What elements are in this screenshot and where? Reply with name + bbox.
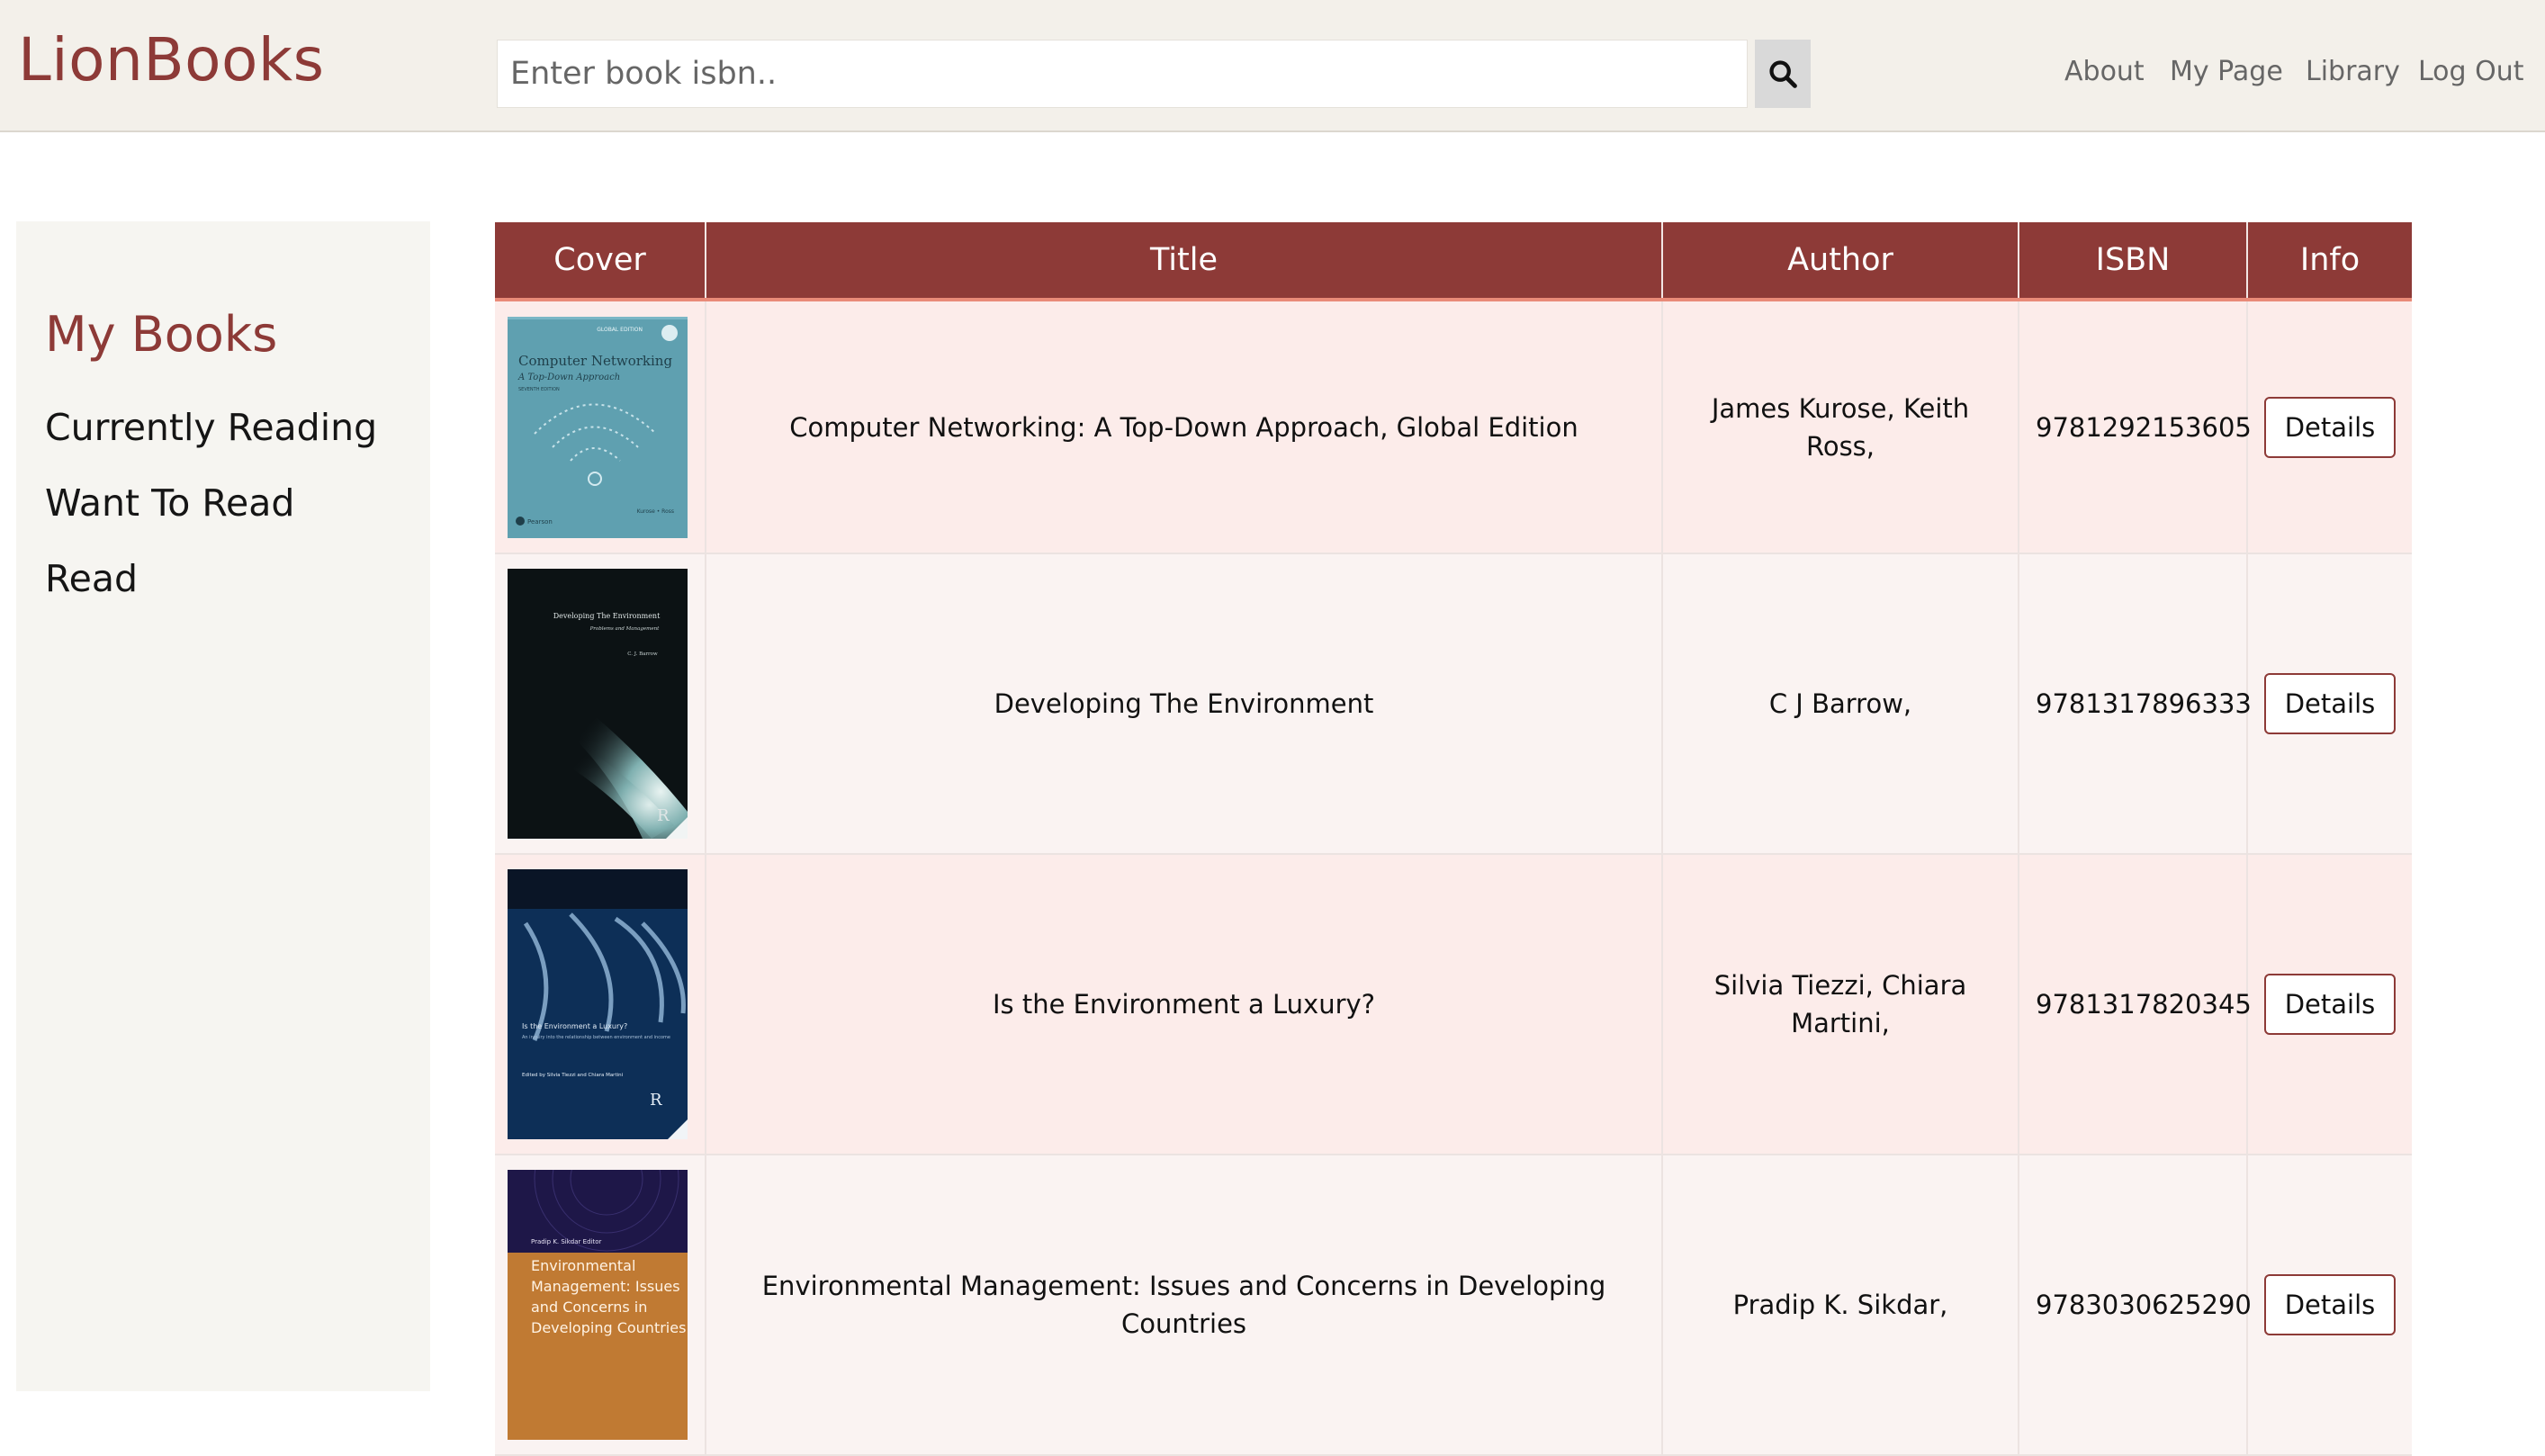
info-cell: Details xyxy=(2246,1155,2412,1456)
details-button[interactable]: Details xyxy=(2264,673,2396,734)
sidebar-item-read[interactable]: Read xyxy=(45,557,138,600)
svg-text:GLOBAL EDITION: GLOBAL EDITION xyxy=(597,327,643,333)
info-cell: Details xyxy=(2246,300,2412,554)
svg-text:Environmental: Environmental xyxy=(531,1257,635,1274)
book-cover-image[interactable]: GLOBAL EDITION Computer Networking A Top… xyxy=(508,316,688,538)
column-header-cover: Cover xyxy=(495,222,706,301)
book-isbn-cell: 9783030625290 xyxy=(2018,1155,2252,1456)
isbn-search-input[interactable] xyxy=(497,40,1748,108)
column-header-title: Title xyxy=(705,222,1662,301)
column-header-info: Info xyxy=(2246,222,2412,301)
sidebar-item-want-to-read[interactable]: Want To Read xyxy=(45,481,294,525)
svg-text:A Top-Down Approach: A Top-Down Approach xyxy=(517,373,620,382)
cover-cell: Pradip K. Sikdar Editor Environmental Ma… xyxy=(495,1155,706,1456)
svg-text:C. J. Barrow: C. J. Barrow xyxy=(627,652,658,657)
svg-text:Kurose • Ross: Kurose • Ross xyxy=(637,508,674,515)
book-cover-image[interactable]: Pradip K. Sikdar Editor Environmental Ma… xyxy=(508,1170,688,1440)
site-logo[interactable]: LionBooks xyxy=(18,25,324,94)
svg-text:Problems and Management: Problems and Management xyxy=(589,626,661,632)
book-cover-image[interactable]: Developing The Environment Problems and … xyxy=(508,569,688,839)
book-cover-image[interactable]: Is the Environment a Luxury? An inquiry … xyxy=(508,869,688,1139)
book-title-cell: Is the Environment a Luxury? xyxy=(705,854,1662,1155)
books-table: Cover Title Author ISBN Info GLOBAL EDIT… xyxy=(495,222,2412,1456)
sidebar-title: My Books xyxy=(45,306,278,363)
svg-text:Edited by Silvia Tiezzi and Ch: Edited by Silvia Tiezzi and Chiara Marti… xyxy=(522,1073,624,1078)
svg-text:Developing Countries: Developing Countries xyxy=(531,1319,686,1336)
svg-text:Developing The Environment: Developing The Environment xyxy=(553,612,661,620)
table-row: Pradip K. Sikdar Editor Environmental Ma… xyxy=(495,1155,2412,1456)
nav-about[interactable]: About xyxy=(2064,56,2145,87)
book-title-cell: Environmental Management: Issues and Con… xyxy=(705,1155,1662,1456)
svg-text:and Concerns in: and Concerns in xyxy=(531,1299,647,1316)
svg-text:Pradip K. Sikdar Editor: Pradip K. Sikdar Editor xyxy=(531,1238,601,1245)
svg-text:An inquiry into the relationsh: An inquiry into the relationship between… xyxy=(522,1035,670,1040)
svg-text:R: R xyxy=(650,1091,662,1110)
search-button[interactable] xyxy=(1755,40,1811,108)
top-navbar: LionBooks About My Page Library Log Out xyxy=(0,0,2545,132)
svg-text:Computer Networking: Computer Networking xyxy=(518,353,672,369)
table-header-row: Cover Title Author ISBN Info xyxy=(495,222,2412,301)
book-title-cell: Developing The Environment xyxy=(705,553,1662,855)
my-books-sidebar: My Books Currently Reading Want To Read … xyxy=(16,221,430,1391)
svg-text:Is the Environment a Luxury?: Is the Environment a Luxury? xyxy=(522,1022,627,1030)
svg-text:R: R xyxy=(657,806,670,825)
column-header-isbn: ISBN xyxy=(2018,222,2247,301)
book-author-cell: James Kurose, Keith Ross, xyxy=(1661,300,2019,554)
nav-log-out[interactable]: Log Out xyxy=(2418,56,2524,87)
svg-text:SEVENTH EDITION: SEVENTH EDITION xyxy=(518,387,560,392)
book-author-cell: Pradip K. Sikdar, xyxy=(1661,1155,2019,1456)
nav-my-page[interactable]: My Page xyxy=(2170,56,2283,87)
book-isbn-cell: 9781317820345 xyxy=(2018,854,2252,1155)
info-cell: Details xyxy=(2246,553,2412,855)
table-row: GLOBAL EDITION Computer Networking A Top… xyxy=(495,300,2412,554)
search-icon xyxy=(1769,60,1797,88)
column-header-author: Author xyxy=(1661,222,2019,301)
svg-text:Management: Issues: Management: Issues xyxy=(531,1278,680,1295)
sidebar-item-currently-reading[interactable]: Currently Reading xyxy=(45,406,377,449)
book-author-cell: C J Barrow, xyxy=(1661,553,2019,855)
info-cell: Details xyxy=(2246,854,2412,1155)
details-button[interactable]: Details xyxy=(2264,1274,2396,1335)
book-title-cell: Computer Networking: A Top-Down Approach… xyxy=(705,300,1662,554)
book-author-cell: Silvia Tiezzi, Chiara Martini, xyxy=(1661,854,2019,1155)
svg-text:Pearson: Pearson xyxy=(527,518,553,526)
details-button[interactable]: Details xyxy=(2264,974,2396,1035)
book-isbn-cell: 9781292153605 xyxy=(2018,300,2252,554)
table-row: Is the Environment a Luxury? An inquiry … xyxy=(495,854,2412,1155)
cover-cell: GLOBAL EDITION Computer Networking A Top… xyxy=(495,300,706,554)
book-isbn-cell: 9781317896333 xyxy=(2018,553,2252,855)
details-button[interactable]: Details xyxy=(2264,396,2396,458)
cover-cell: Developing The Environment Problems and … xyxy=(495,553,706,855)
table-row: Developing The Environment Problems and … xyxy=(495,553,2412,855)
nav-library[interactable]: Library xyxy=(2306,56,2400,87)
cover-cell: Is the Environment a Luxury? An inquiry … xyxy=(495,854,706,1155)
